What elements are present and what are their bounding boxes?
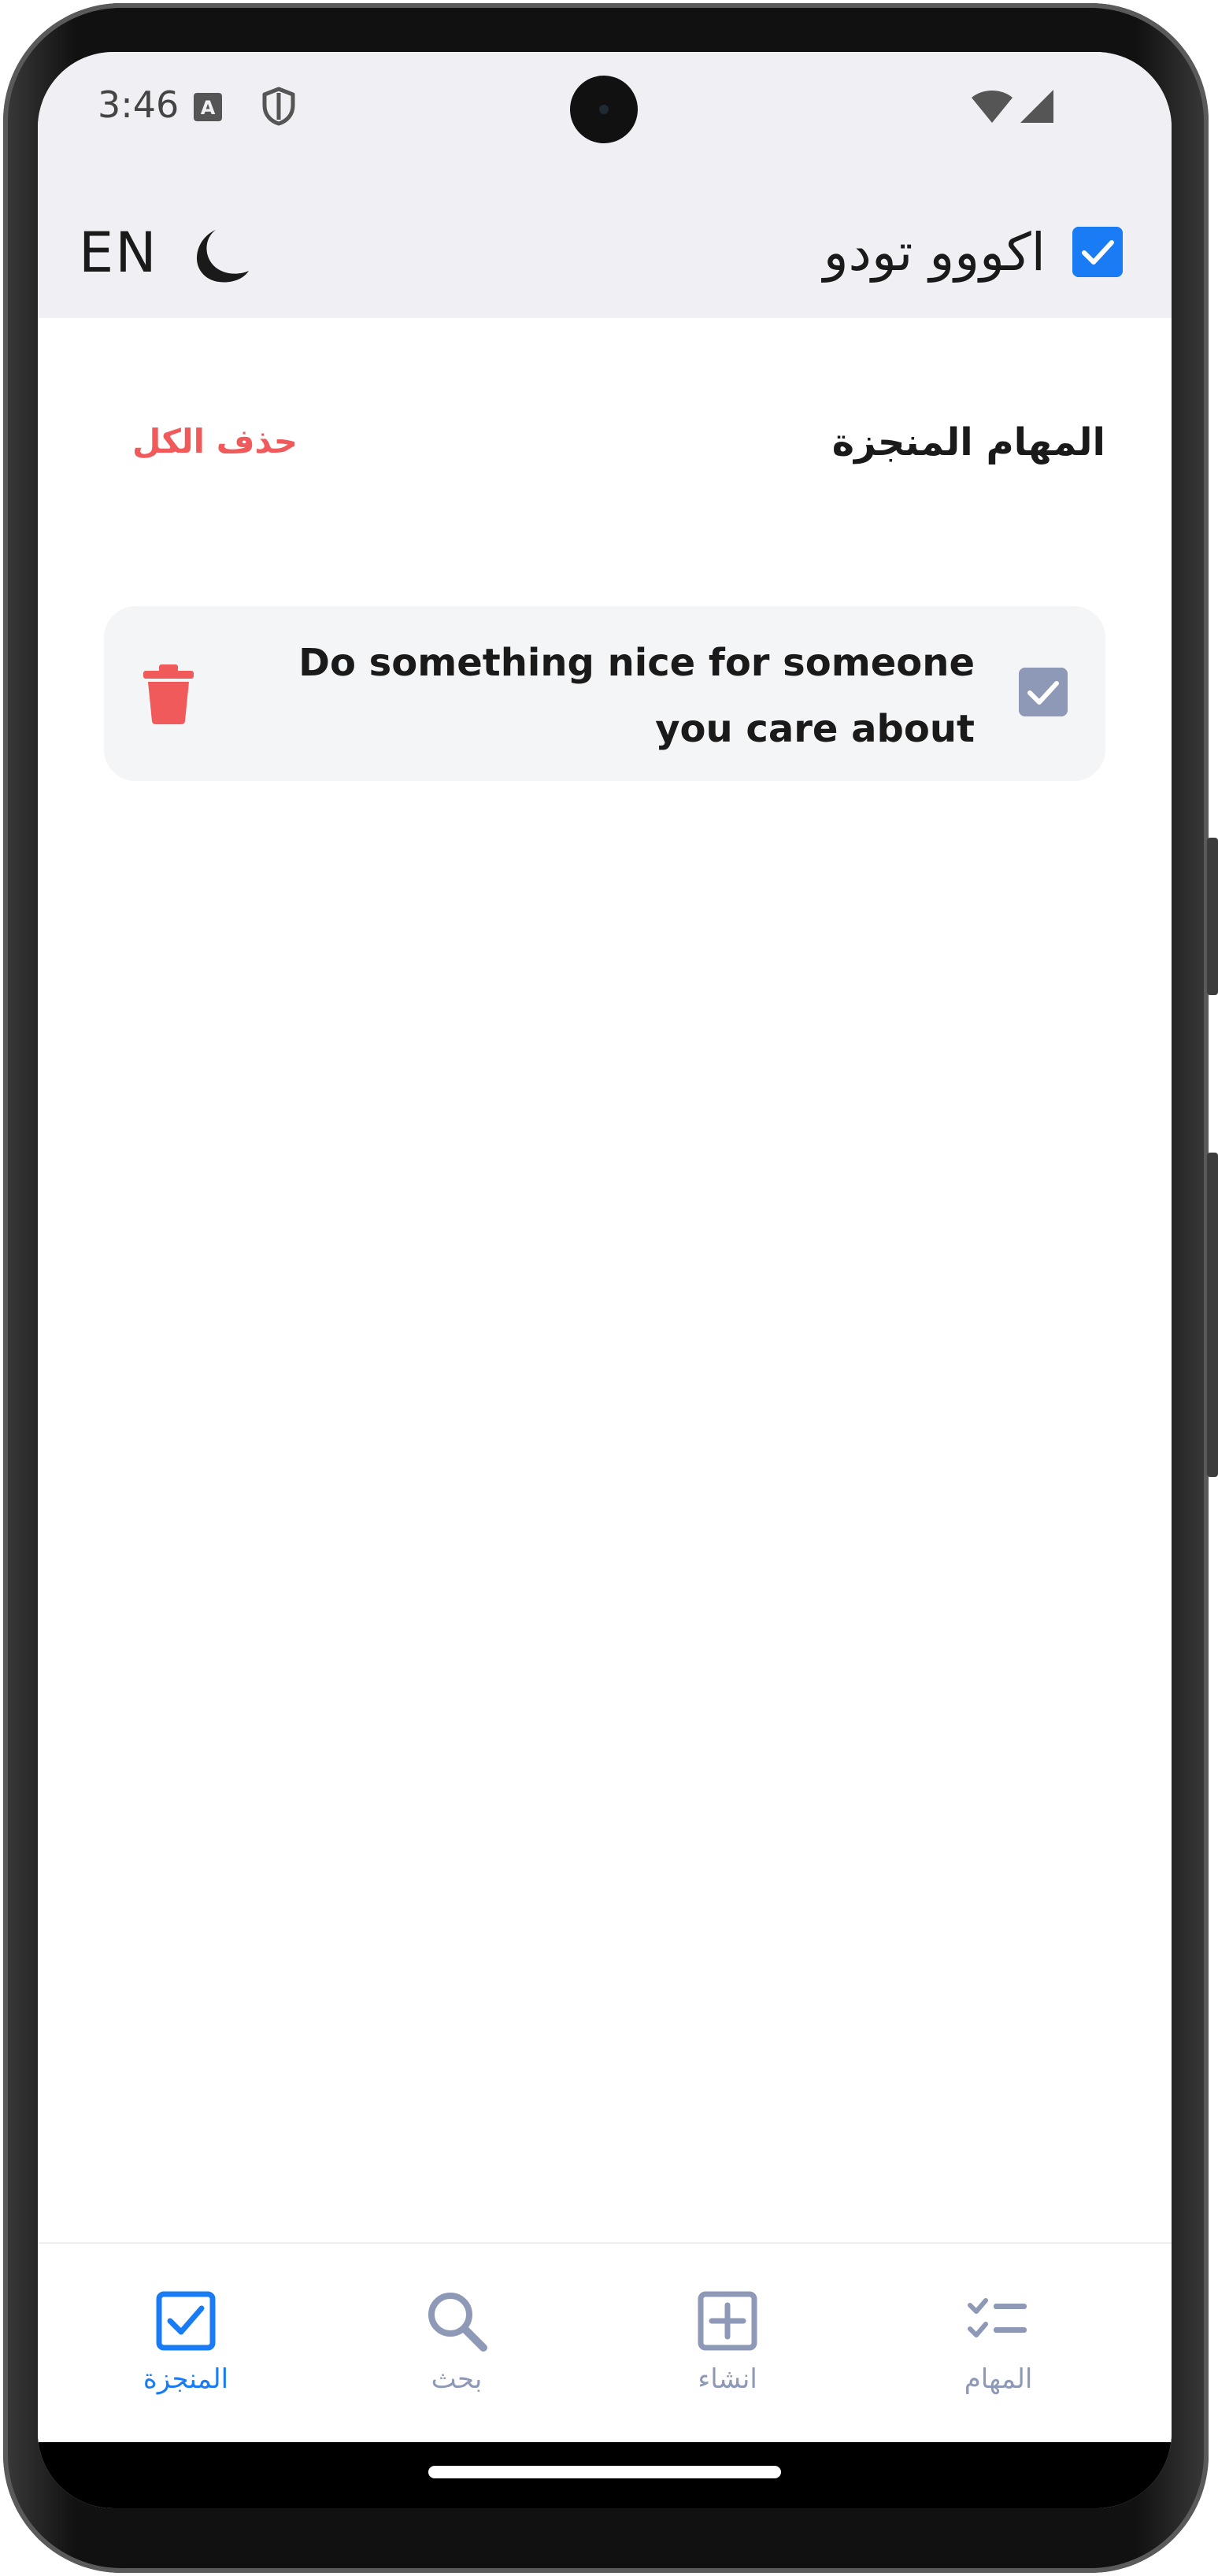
nav-label-completed: المنجزة [143,2363,229,2395]
plus-square-icon [698,2291,757,2351]
task-text: Do something nice for someone you care a… [298,641,975,751]
power-button [1207,1153,1218,1477]
moon-icon[interactable] [192,225,252,285]
svg-text:A: A [201,97,216,119]
device: 3:46 A EN اكووو تودو المهام المنجزة حذف … [0,0,1218,2576]
app-title: اكووو تودو [823,222,1046,283]
task-list-icon [968,2298,1027,2337]
home-gesture-bar[interactable] [428,2466,781,2478]
nav-label-search: بحث [431,2363,483,2395]
nav-label-tasks: المهام [964,2363,1033,2395]
nav-item-create[interactable]: انشاء [649,2288,806,2414]
delete-all-button[interactable]: حذف الكل [132,422,298,461]
screen: 3:46 A EN اكووو تودو المهام المنجزة حذف … [38,52,1172,2508]
system-navigation-area [38,2442,1172,2508]
volume-button [1207,838,1218,995]
nav-item-search[interactable]: بحث [378,2288,535,2414]
trash-icon[interactable] [143,664,194,724]
signal-icon [1020,90,1053,123]
header-area: 3:46 A EN اكووو تودو [38,52,1172,318]
section-header: المهام المنجزة حذف الكل [38,420,1172,483]
page-title: المهام المنجزة [831,420,1105,464]
search-icon [428,2293,487,2352]
nav-label-create: انشاء [698,2363,757,2395]
keyboard-a-icon: A [194,93,222,121]
status-time: 3:46 [98,83,180,126]
shield-icon [262,87,295,126]
checkbox-icon [156,2291,216,2351]
wifi-icon [972,91,1013,123]
nav-item-completed[interactable]: المنجزة [107,2288,265,2414]
checkbox-icon [1072,227,1123,277]
app-bar: EN اكووو تودو [38,202,1172,312]
language-toggle-button[interactable]: EN [79,220,158,285]
task-item: Do something nice for someone you care a… [104,606,1105,781]
front-camera [570,76,638,143]
bottom-navigation: المهام انشاء بحث المنجزة [38,2242,1172,2444]
nav-item-tasks[interactable]: المهام [920,2288,1077,2414]
status-bar: 3:46 A [38,52,1172,162]
task-checkbox[interactable] [1019,668,1068,716]
